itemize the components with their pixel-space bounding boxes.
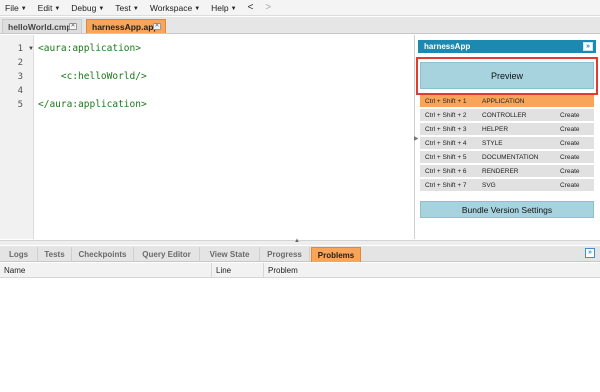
tab-problems[interactable]: Problems — [311, 247, 361, 262]
bundle-item-renderer[interactable]: Ctrl + Shift + 6 RENDERER Create — [420, 165, 594, 178]
column-header-line[interactable]: Line — [212, 263, 264, 278]
bundle-item-application[interactable]: Ctrl + Shift + 1 APPLICATION — [420, 95, 594, 108]
create-link[interactable]: Create — [560, 126, 580, 133]
code-line: </aura:application> — [38, 99, 147, 110]
chevron-down-icon: ▼ — [132, 5, 139, 12]
menu-help[interactable]: Help ▼ — [211, 3, 236, 13]
fold-arrow-icon[interactable]: ▼ — [28, 46, 34, 52]
bundle-name: SVG — [482, 181, 496, 189]
line-number-gutter: 1 ▼ 2 3 4 5 — [0, 35, 34, 239]
file-tab-hello-world[interactable]: helloWorld.cmp ✕ — [2, 19, 82, 33]
preview-button[interactable]: Preview — [420, 62, 594, 89]
tab-checkpoints[interactable]: Checkpoints — [72, 247, 134, 262]
code-line: <aura:application> — [38, 43, 141, 54]
menu-test[interactable]: Test ▼ — [115, 3, 139, 13]
bundle-name: STYLE — [482, 139, 503, 147]
bundle-shortcut: Ctrl + Shift + 3 — [425, 125, 467, 133]
tab-view-state[interactable]: View State — [200, 247, 260, 262]
collapse-panel-button[interactable]: » — [583, 42, 593, 51]
bundle-version-settings-button[interactable]: Bundle Version Settings — [420, 201, 594, 218]
bundle-shortcut: Ctrl + Shift + 4 — [425, 139, 467, 147]
chevron-down-icon: ▼ — [230, 5, 237, 12]
file-tab-bar: helloWorld.cmp ✕ harnessApp.app ✕ — [0, 17, 600, 34]
bundle-item-svg[interactable]: Ctrl + Shift + 7 SVG Create — [420, 179, 594, 192]
bundle-shortcut: Ctrl + Shift + 5 — [425, 153, 467, 161]
menu-workspace[interactable]: Workspace ▼ — [150, 3, 200, 13]
back-button[interactable]: < — [248, 2, 254, 13]
chevron-down-icon: ▼ — [20, 5, 27, 12]
tab-logs[interactable]: Logs — [0, 247, 38, 262]
bundle-name: APPLICATION — [482, 97, 525, 105]
bottom-tab-bar: Logs Tests Checkpoints Query Editor View… — [0, 246, 600, 262]
chevron-down-icon: ▼ — [54, 5, 61, 12]
bundle-side-panel: harnessApp » Preview Ctrl + Shift + 1 AP… — [416, 40, 598, 239]
menu-bar: File ▼ Edit ▼ Debug ▼ Test ▼ Workspace ▼ Help… — [0, 0, 600, 16]
file-tab-label: harnessApp.app — [92, 21, 159, 32]
side-panel-header: harnessApp » — [418, 40, 596, 53]
create-link[interactable]: Create — [560, 168, 580, 175]
line-number: 3 — [17, 72, 23, 82]
bundle-name: DOCUMENTATION — [482, 153, 539, 161]
problems-table-body — [0, 279, 600, 392]
bundle-item-style[interactable]: Ctrl + Shift + 4 STYLE Create — [420, 137, 594, 150]
splitter-arrow-icon[interactable]: ▲ — [294, 238, 300, 244]
bundle-shortcut: Ctrl + Shift + 1 — [425, 97, 467, 105]
line-number: 4 — [17, 86, 23, 96]
chevron-down-icon: ▼ — [194, 5, 201, 12]
bundle-item-helper[interactable]: Ctrl + Shift + 3 HELPER Create — [420, 123, 594, 136]
line-number: 2 — [17, 58, 23, 68]
bundle-shortcut: Ctrl + Shift + 2 — [425, 111, 467, 119]
file-tab-label: helloWorld.cmp — [8, 21, 72, 32]
tab-tests[interactable]: Tests — [38, 247, 72, 262]
line-number: 1 — [17, 44, 23, 54]
menu-debug[interactable]: Debug ▼ — [71, 3, 104, 13]
create-link[interactable]: Create — [560, 140, 580, 147]
close-icon[interactable]: ✕ — [153, 23, 161, 30]
column-header-name[interactable]: Name — [0, 263, 212, 278]
bundle-shortcut: Ctrl + Shift + 6 — [425, 167, 467, 175]
bundle-name: CONTROLLER — [482, 111, 527, 119]
code-editor[interactable]: 1 ▼ 2 3 4 5 <aura:application> <c:helloW… — [0, 35, 419, 239]
bundle-name: HELPER — [482, 125, 509, 133]
line-number: 5 — [17, 100, 23, 110]
tab-progress[interactable]: Progress — [260, 247, 310, 262]
file-tab-harness-app[interactable]: harnessApp.app ✕ — [86, 19, 166, 33]
bundle-item-documentation[interactable]: Ctrl + Shift + 5 DOCUMENTATION Create — [420, 151, 594, 164]
bundle-shortcut: Ctrl + Shift + 7 — [425, 181, 467, 189]
column-header-problem[interactable]: Problem — [264, 263, 600, 278]
close-icon[interactable]: ✕ — [69, 23, 77, 30]
bundle-name: RENDERER — [482, 167, 519, 175]
tab-query-editor[interactable]: Query Editor — [134, 247, 200, 262]
create-link[interactable]: Create — [560, 154, 580, 161]
code-line: <c:helloWorld/> — [38, 71, 147, 82]
bundle-item-controller[interactable]: Ctrl + Shift + 2 CONTROLLER Create — [420, 109, 594, 122]
forward-button[interactable]: > — [265, 2, 271, 13]
collapse-bottom-panel-button[interactable]: » — [585, 248, 595, 258]
chevron-down-icon: ▼ — [98, 5, 105, 12]
panel-divider[interactable]: ▲ — [0, 238, 600, 245]
create-link[interactable]: Create — [560, 112, 580, 119]
menu-edit[interactable]: Edit ▼ — [38, 3, 61, 13]
side-panel-title: harnessApp — [424, 42, 471, 51]
create-link[interactable]: Create — [560, 182, 580, 189]
menu-file[interactable]: File ▼ — [5, 3, 27, 13]
problems-table-header: Name Line Problem — [0, 263, 600, 278]
